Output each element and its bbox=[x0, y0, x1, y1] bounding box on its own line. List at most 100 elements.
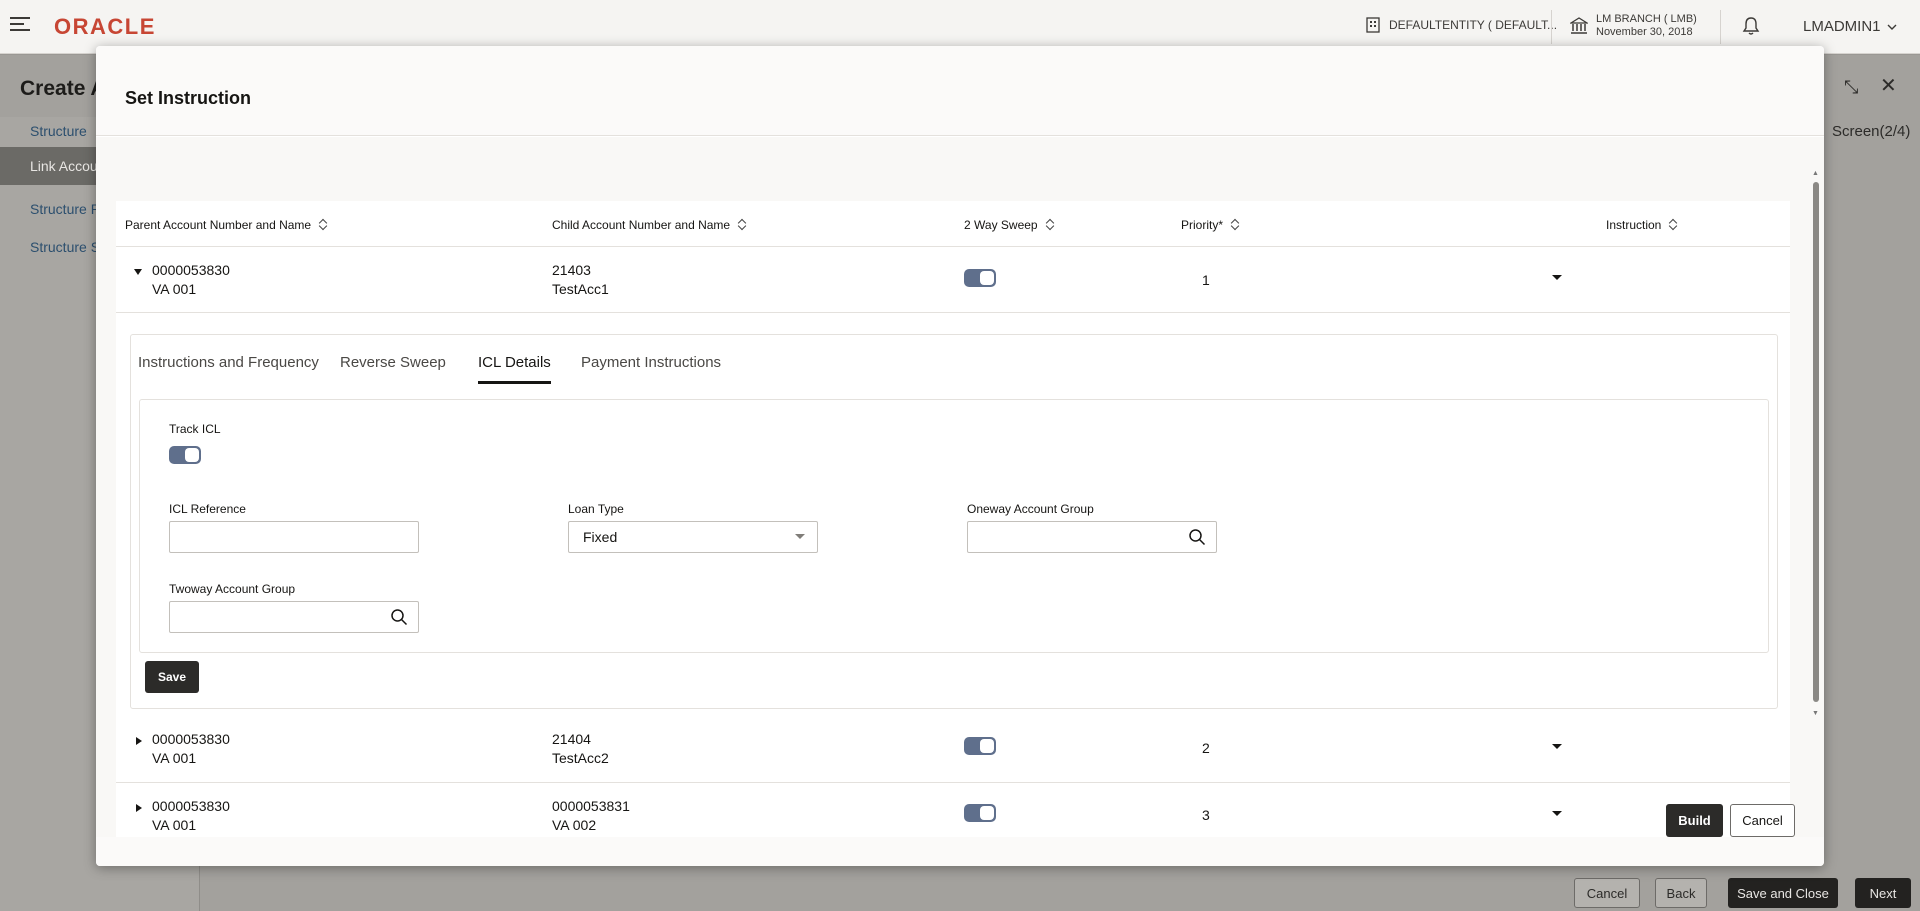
sort-icon bbox=[1231, 219, 1240, 231]
screen-indicator: Screen(2/4) bbox=[1832, 123, 1911, 140]
tab-payment-instructions[interactable]: Payment Instructions bbox=[581, 354, 721, 381]
track-icl-toggle[interactable] bbox=[169, 446, 201, 464]
child-account-cell: 21404 TestAcc2 bbox=[552, 730, 609, 768]
priority-value[interactable]: 1 bbox=[1202, 271, 1210, 290]
two-way-sweep-toggle[interactable] bbox=[964, 737, 996, 755]
chevron-down-icon[interactable] bbox=[1552, 275, 1562, 280]
entity-icon bbox=[1366, 17, 1380, 33]
track-icl-label: Track ICL bbox=[169, 422, 221, 436]
loan-type-value: Fixed bbox=[583, 529, 618, 545]
step-structure-s[interactable]: Structure S bbox=[30, 239, 100, 255]
tab-icl-details[interactable]: ICL Details bbox=[478, 354, 551, 384]
child-account-number: 21403 bbox=[552, 262, 591, 278]
branch-date: November 30, 2018 bbox=[1596, 26, 1693, 38]
sort-icon bbox=[319, 219, 328, 231]
table-row[interactable]: 0000053830 VA 001 0000053831 VA 002 3 bbox=[116, 784, 1790, 837]
child-account-number: 0000053831 bbox=[552, 798, 630, 814]
oracle-logo: ORACLE bbox=[54, 14, 156, 39]
page-title: Create A bbox=[20, 77, 106, 100]
loan-type-label: Loan Type bbox=[568, 502, 624, 516]
branch-label: LM BRANCH ( LMB) bbox=[1596, 13, 1697, 25]
priority-value[interactable]: 3 bbox=[1202, 806, 1210, 825]
parent-account-name: VA 001 bbox=[152, 281, 197, 297]
col-two-way-sweep[interactable]: 2 Way Sweep bbox=[964, 218, 1055, 232]
tab-instructions-frequency[interactable]: Instructions and Frequency bbox=[138, 354, 319, 381]
parent-account-cell: 0000053830 VA 001 bbox=[152, 261, 230, 299]
step-structure-p[interactable]: Structure P bbox=[30, 201, 100, 217]
bell-icon[interactable] bbox=[1742, 16, 1760, 36]
cancel-button[interactable]: Cancel bbox=[1730, 804, 1795, 837]
collapse-row-icon[interactable] bbox=[134, 269, 142, 275]
entity-selector[interactable]: DEFAULTENTITY ( DEFAULT... bbox=[1365, 17, 1557, 33]
dialog-scrollbar[interactable]: ▲ ▼ bbox=[1812, 170, 1820, 719]
icl-reference-input[interactable] bbox=[169, 521, 419, 553]
parent-account-cell: 0000053830 VA 001 bbox=[152, 797, 230, 835]
step-structure[interactable]: Structure bbox=[30, 123, 87, 139]
header-divider bbox=[1720, 10, 1721, 44]
parent-account-number: 0000053830 bbox=[152, 798, 230, 814]
child-account-name: TestAcc2 bbox=[552, 750, 609, 766]
scroll-down-icon[interactable]: ▼ bbox=[1812, 710, 1819, 717]
col-label: Instruction bbox=[1606, 218, 1662, 232]
child-account-cell: 0000053831 VA 002 bbox=[552, 797, 630, 835]
child-account-number: 21404 bbox=[552, 731, 591, 747]
col-label: 2 Way Sweep bbox=[964, 218, 1038, 232]
build-button[interactable]: Build bbox=[1666, 804, 1723, 837]
instruction-table: Parent Account Number and Name Child Acc… bbox=[116, 201, 1790, 837]
twoway-account-group-input[interactable] bbox=[169, 601, 419, 633]
set-instruction-dialog: Set Instruction Parent Account Number an… bbox=[96, 46, 1824, 866]
loan-type-select[interactable]: Fixed bbox=[568, 521, 818, 553]
sort-icon bbox=[1669, 219, 1678, 231]
close-icon[interactable]: ✕ bbox=[1880, 73, 1897, 98]
header-divider bbox=[1551, 10, 1552, 44]
bg-cancel-button[interactable]: Cancel bbox=[1574, 878, 1640, 908]
chevron-down-icon[interactable] bbox=[1552, 744, 1562, 749]
dialog-title: Set Instruction bbox=[125, 88, 252, 108]
table-header: Parent Account Number and Name Child Acc… bbox=[116, 201, 1790, 247]
priority-value[interactable]: 2 bbox=[1202, 739, 1210, 758]
search-icon[interactable] bbox=[1188, 528, 1206, 546]
scroll-up-icon[interactable]: ▲ bbox=[1812, 170, 1819, 177]
parent-account-name: VA 001 bbox=[152, 750, 197, 766]
expand-row-icon[interactable] bbox=[136, 737, 142, 745]
child-account-name: TestAcc1 bbox=[552, 281, 609, 297]
user-menu[interactable]: LMADMIN1 bbox=[1803, 18, 1897, 35]
table-row[interactable]: 0000053830 VA 001 21404 TestAcc2 2 bbox=[116, 717, 1790, 783]
chevron-down-icon bbox=[1887, 24, 1897, 30]
icl-details-form: Track ICL ICL Reference Loan Type Fixed … bbox=[139, 399, 1769, 653]
bg-next-button[interactable]: Next bbox=[1855, 878, 1911, 908]
scroll-thumb[interactable] bbox=[1813, 182, 1819, 702]
bank-icon bbox=[1570, 17, 1588, 34]
parent-account-cell: 0000053830 VA 001 bbox=[152, 730, 230, 768]
chevron-down-icon[interactable] bbox=[1552, 811, 1562, 816]
search-icon[interactable] bbox=[390, 608, 408, 626]
col-label: Priority* bbox=[1181, 218, 1224, 232]
col-child-account[interactable]: Child Account Number and Name bbox=[552, 218, 747, 232]
col-priority[interactable]: Priority* bbox=[1181, 218, 1240, 232]
two-way-sweep-toggle[interactable] bbox=[964, 269, 996, 287]
sort-icon bbox=[738, 219, 747, 231]
table-row[interactable]: 0000053830 VA 001 21403 TestAcc1 1 bbox=[116, 247, 1790, 313]
child-account-cell: 21403 TestAcc1 bbox=[552, 261, 609, 299]
parent-account-number: 0000053830 bbox=[152, 262, 230, 278]
sort-icon bbox=[1046, 219, 1055, 231]
menu-icon[interactable] bbox=[10, 17, 30, 35]
branch-selector[interactable]: LM BRANCH ( LMB) November 30, 2018 bbox=[1570, 13, 1697, 39]
col-instruction[interactable]: Instruction bbox=[1606, 218, 1678, 232]
dialog-header: Set Instruction bbox=[96, 46, 1824, 136]
oneway-account-group-input[interactable] bbox=[967, 521, 1217, 553]
child-account-name: VA 002 bbox=[552, 817, 597, 833]
collapse-icon[interactable]: ⤡ bbox=[1844, 77, 1858, 98]
entity-label: DEFAULTENTITY ( DEFAULT... bbox=[1389, 18, 1558, 32]
bg-save-close-button[interactable]: Save and Close bbox=[1728, 878, 1838, 908]
col-parent-account[interactable]: Parent Account Number and Name bbox=[125, 218, 328, 232]
save-button[interactable]: Save bbox=[145, 661, 199, 693]
icl-reference-label: ICL Reference bbox=[169, 502, 246, 516]
bg-back-button[interactable]: Back bbox=[1655, 878, 1707, 908]
twoway-account-group-label: Twoway Account Group bbox=[169, 582, 296, 596]
expand-row-icon[interactable] bbox=[136, 804, 142, 812]
col-label: Child Account Number and Name bbox=[552, 218, 731, 232]
two-way-sweep-toggle[interactable] bbox=[964, 804, 996, 822]
row-detail-panel: Instructions and Frequency Reverse Sweep… bbox=[130, 334, 1778, 709]
tab-reverse-sweep[interactable]: Reverse Sweep bbox=[340, 354, 446, 381]
